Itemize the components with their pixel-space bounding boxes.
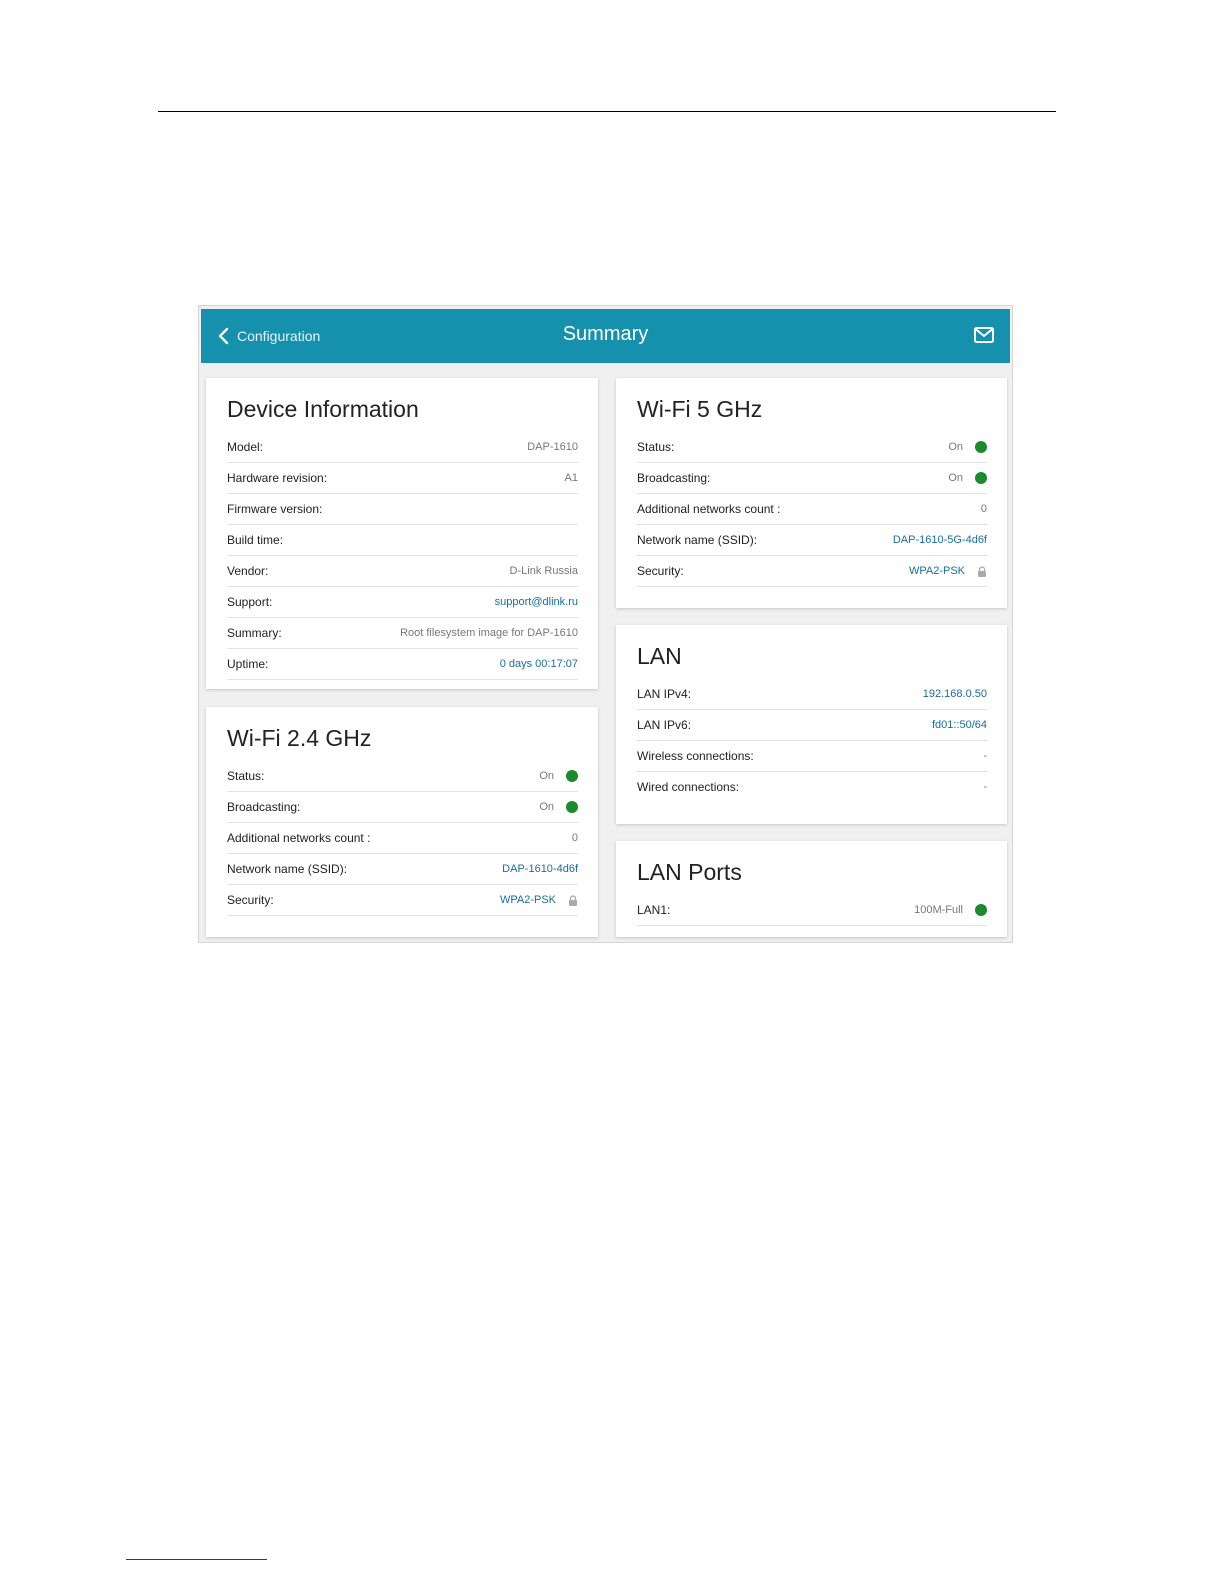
info-row: Status: On	[637, 432, 987, 463]
info-row: Security: WPA2-PSK	[637, 556, 987, 587]
row-label: Security:	[637, 564, 684, 578]
additional-networks-value: 0	[980, 503, 987, 515]
info-row: Broadcasting: On	[637, 463, 987, 494]
row-label: Hardware revision:	[227, 471, 328, 485]
security-link[interactable]: WPA2-PSK	[500, 894, 556, 906]
wifi-24ghz-card: Wi-Fi 2.4 GHz Status: On Broadcasting: O…	[206, 707, 598, 937]
status-value: On	[948, 441, 963, 453]
row-label: Support:	[227, 595, 273, 609]
info-row: Model: DAP-1610	[227, 432, 578, 463]
wired-connections-value: -	[983, 781, 987, 793]
row-label: Summary:	[227, 626, 282, 640]
additional-networks-value: 0	[571, 832, 578, 844]
status-on-icon	[975, 472, 987, 484]
card-title: LAN Ports	[637, 859, 742, 885]
summary-value: Root filesystem image for DAP-1610	[400, 627, 578, 639]
info-row: Broadcasting: On	[227, 792, 578, 823]
row-label: Additional networks count :	[227, 831, 371, 845]
row-label: Build time:	[227, 533, 284, 547]
support-email-link[interactable]: support@dlink.ru	[495, 596, 578, 608]
row-label: Uptime:	[227, 657, 269, 671]
info-row: Support: support@dlink.ru	[227, 587, 578, 618]
ssid-link[interactable]: DAP-1610-5G-4d6f	[893, 534, 987, 546]
info-row: Hardware revision: A1	[227, 463, 578, 494]
row-label: Firmware version:	[227, 502, 323, 516]
mail-icon[interactable]	[974, 327, 994, 343]
row-label: Model:	[227, 440, 264, 454]
lan-card: LAN LAN IPv4: 192.168.0.50 LAN IPv6: fd0…	[616, 625, 1007, 824]
ssid-link[interactable]: DAP-1610-4d6f	[502, 863, 578, 875]
row-label: LAN IPv6:	[637, 718, 692, 732]
uptime-value: 0 days 00:17:07	[499, 658, 578, 670]
info-row: LAN IPv6: fd01::50/64	[637, 710, 987, 741]
row-label: LAN IPv4:	[637, 687, 692, 701]
wifi-5ghz-card: Wi-Fi 5 GHz Status: On Broadcasting: On …	[616, 378, 1007, 608]
card-title: Wi-Fi 5 GHz	[637, 396, 763, 422]
hardware-revision-value: A1	[564, 472, 578, 484]
card-title: Wi-Fi 2.4 GHz	[227, 725, 372, 751]
card-title: LAN	[637, 643, 682, 669]
row-label: Vendor:	[227, 564, 269, 578]
page-title: Summary	[562, 323, 649, 345]
lan-ipv4-link[interactable]: 192.168.0.50	[923, 688, 987, 700]
vendor-value: D-Link Russia	[509, 565, 578, 577]
status-value: On	[539, 770, 554, 782]
document-page: Configuration Summary Device Information…	[0, 0, 1224, 1584]
status-on-icon	[975, 441, 987, 453]
footer-rule	[126, 1559, 267, 1560]
row-label: Wireless connections:	[637, 749, 754, 763]
lock-icon	[978, 565, 986, 577]
model-value: DAP-1610	[527, 441, 578, 453]
broadcasting-value: On	[539, 801, 554, 813]
row-label: Broadcasting:	[227, 800, 301, 814]
info-row: Uptime: 0 days 00:17:07	[227, 649, 578, 680]
info-row: Network name (SSID): DAP-1610-5G-4d6f	[637, 525, 987, 556]
status-on-icon	[566, 801, 578, 813]
card-title: Device Information	[227, 396, 419, 422]
security-link[interactable]: WPA2-PSK	[909, 565, 965, 577]
info-row: Additional networks count : 0	[637, 494, 987, 525]
row-label: Status:	[637, 440, 675, 454]
lan-ports-card: LAN Ports LAN1: 100M-Full	[616, 841, 1007, 937]
row-label: Wired connections:	[637, 780, 740, 794]
info-row: Summary: Root filesystem image for DAP-1…	[227, 618, 578, 649]
row-label: Additional networks count :	[637, 502, 781, 516]
broadcasting-value: On	[948, 472, 963, 484]
info-row: Vendor: D-Link Russia	[227, 556, 578, 587]
info-row: Status: On	[227, 761, 578, 792]
row-label: Broadcasting:	[637, 471, 711, 485]
device-information-card: Device Information Model: DAP-1610 Hardw…	[206, 378, 598, 689]
info-row: LAN IPv4: 192.168.0.50	[637, 679, 987, 710]
row-label: LAN1:	[637, 903, 671, 917]
status-on-icon	[566, 770, 578, 782]
status-on-icon	[975, 904, 987, 916]
info-row: Additional networks count : 0	[227, 823, 578, 854]
row-label: Network name (SSID):	[227, 862, 348, 876]
row-label: Network name (SSID):	[637, 533, 758, 547]
web-ui-screenshot: Configuration Summary Device Information…	[198, 305, 1013, 943]
row-label: Status:	[227, 769, 265, 783]
lan-ipv6-link[interactable]: fd01::50/64	[932, 719, 987, 731]
wireless-connections-value: -	[983, 750, 987, 762]
info-row: Wireless connections: -	[637, 741, 987, 772]
row-label: Security:	[227, 893, 274, 907]
top-bar: Configuration Summary	[201, 309, 1010, 363]
info-row: Network name (SSID): DAP-1610-4d6f	[227, 854, 578, 885]
header-rule	[158, 111, 1056, 112]
info-row: Security: WPA2-PSK	[227, 885, 578, 916]
lock-icon	[569, 894, 577, 906]
info-row: Build time:	[227, 525, 578, 556]
info-row: LAN1: 100M-Full	[637, 895, 987, 926]
lan1-speed-value: 100M-Full	[914, 904, 963, 916]
info-row: Firmware version:	[227, 494, 578, 525]
info-row: Wired connections: -	[637, 772, 987, 802]
